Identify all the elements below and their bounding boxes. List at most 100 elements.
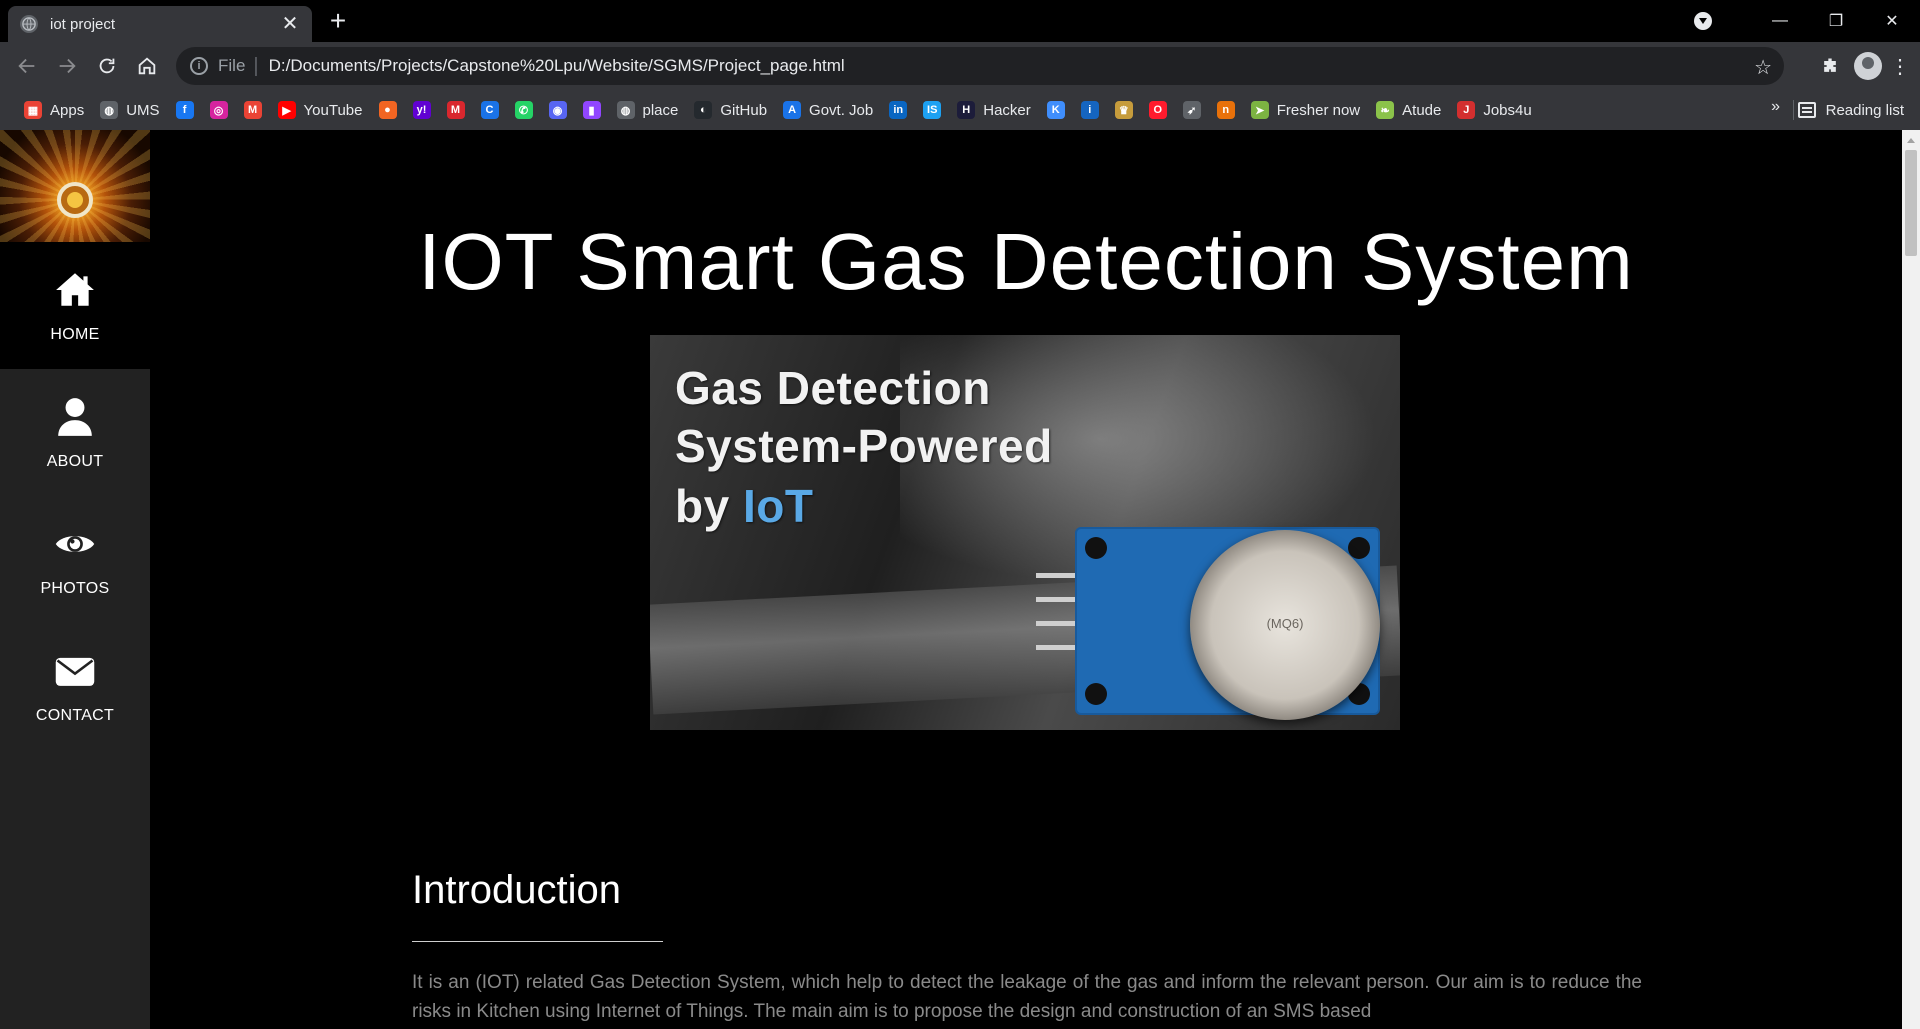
- mega-icon: M: [446, 101, 465, 119]
- minimize-button[interactable]: —: [1752, 0, 1808, 42]
- sidebar-item-label: HOME: [50, 325, 100, 343]
- restore-button[interactable]: ❐: [1808, 0, 1864, 42]
- board-hole: [1085, 537, 1107, 559]
- profile-avatar[interactable]: [1854, 52, 1882, 80]
- forward-button[interactable]: [48, 47, 86, 85]
- reading-list-label: Reading list: [1825, 101, 1904, 119]
- bookmark-label: Apps: [50, 101, 85, 119]
- sidebar-item-photos[interactable]: PHOTOS: [0, 496, 150, 623]
- basketball-icon: ●: [378, 101, 397, 119]
- bookmark-item[interactable]: H Hacker: [949, 94, 1039, 126]
- facebook-icon: f: [175, 101, 194, 119]
- bookmark-item[interactable]: y!: [405, 94, 439, 126]
- board-hole: [1085, 683, 1107, 705]
- bookmark-item[interactable]: ▶ YouTube: [270, 94, 371, 126]
- hero-line-3: by IoT: [675, 479, 813, 533]
- bookmark-item[interactable]: ➶: [1175, 94, 1209, 126]
- bookmark-item[interactable]: ◎: [202, 94, 236, 126]
- extensions-puzzle-icon[interactable]: [1812, 48, 1848, 84]
- bookmarks-overflow-button[interactable]: »: [1771, 98, 1780, 116]
- youtube-icon: ▶: [277, 101, 296, 119]
- url-text[interactable]: D:/Documents/Projects/Capstone%20Lpu/Web…: [269, 56, 845, 76]
- is-icon: IS: [923, 101, 942, 119]
- bookmark-item[interactable]: in: [881, 94, 915, 126]
- bookmark-item[interactable]: M: [236, 94, 270, 126]
- reading-list-icon: [1797, 102, 1816, 118]
- bookmark-item[interactable]: A Govt. Job: [775, 94, 881, 126]
- runner-icon: ➶: [1182, 101, 1201, 119]
- opera-icon: O: [1148, 101, 1167, 119]
- bookmark-item[interactable]: ◐ GitHub: [686, 94, 775, 126]
- bookmark-label: place: [642, 101, 679, 119]
- n-icon: n: [1216, 101, 1235, 119]
- govt-job-icon: A: [783, 101, 802, 119]
- scroll-up-icon[interactable]: [1907, 138, 1915, 143]
- atude-icon: ❧: [1376, 101, 1395, 119]
- tab-title: iot project: [50, 15, 116, 33]
- site-logo[interactable]: [0, 130, 150, 242]
- home-outline-icon: [138, 57, 156, 75]
- apps-grid-icon: ▦: [24, 101, 42, 119]
- close-window-button[interactable]: ✕: [1864, 0, 1920, 42]
- bookmark-item[interactable]: ❧ Atude: [1368, 94, 1449, 126]
- bookmark-label: Atude: [1402, 101, 1442, 119]
- scrollbar-thumb[interactable]: [1905, 150, 1917, 256]
- bookmark-item[interactable]: ▦ Apps: [16, 94, 92, 126]
- bookmark-item[interactable]: ◍ UMS: [92, 94, 167, 126]
- page-scrollbar[interactable]: [1902, 130, 1920, 1029]
- bookmarks-bar: ▦ Apps ◍ UMS f ◎ M ▶ YouTube ● y! M C ✆ ◉ ▮ ◍ place ◐ GitHu…: [0, 90, 1920, 130]
- bookmark-item[interactable]: ◍ place: [609, 94, 687, 126]
- k-icon: K: [1046, 101, 1065, 119]
- sidebar-item-contact[interactable]: CONTACT: [0, 623, 150, 750]
- address-bar[interactable]: i File | D:/Documents/Projects/Capstone%…: [176, 47, 1784, 85]
- bookmark-item[interactable]: M: [439, 94, 473, 126]
- bookmark-item[interactable]: ▮: [575, 94, 609, 126]
- arrow-right-icon: [59, 58, 76, 74]
- hero-iot-accent: IoT: [742, 480, 814, 532]
- bookmark-star-icon[interactable]: ☆: [1754, 55, 1772, 80]
- gmail-icon: M: [243, 101, 262, 119]
- logo-emblem-icon: [57, 182, 93, 218]
- kebab-menu-icon[interactable]: ⋮: [1888, 54, 1912, 79]
- sidebar-item-about[interactable]: ABOUT: [0, 369, 150, 496]
- sidebar-item-home[interactable]: HOME: [0, 242, 150, 369]
- bookmark-item[interactable]: C: [473, 94, 507, 126]
- browser-tab[interactable]: iot project ✕: [8, 6, 312, 42]
- twitch-icon: ▮: [582, 101, 601, 119]
- hacker-icon: H: [957, 101, 976, 119]
- hero-line-3-prefix: by: [675, 480, 743, 532]
- bookmark-item[interactable]: i: [1073, 94, 1107, 126]
- eye-icon: [53, 522, 97, 566]
- emblem-icon: ♛: [1114, 101, 1133, 119]
- home-button[interactable]: [128, 47, 166, 85]
- bookmark-item[interactable]: J Jobs4u: [1449, 94, 1539, 126]
- bookmark-item[interactable]: f: [168, 94, 202, 126]
- main-content: IOT Smart Gas Detection System Gas Detec…: [150, 130, 1902, 1029]
- bookmark-item[interactable]: ◉: [541, 94, 575, 126]
- gas-sensor: (MQ6): [1190, 530, 1380, 720]
- close-tab-icon[interactable]: ✕: [280, 14, 300, 34]
- site-info-icon[interactable]: i: [190, 57, 208, 75]
- user-icon: [53, 395, 97, 439]
- bookmarks-list: ▦ Apps ◍ UMS f ◎ M ▶ YouTube ● y! M C ✆ ◉ ▮ ◍ place ◐ GitHu…: [16, 94, 1540, 126]
- bookmark-item[interactable]: ✆: [507, 94, 541, 126]
- reading-list-button[interactable]: Reading list: [1797, 94, 1904, 126]
- bookmark-item[interactable]: IS: [915, 94, 949, 126]
- sidebar-item-label: PHOTOS: [40, 579, 110, 597]
- media-control-icon[interactable]: [1694, 12, 1712, 30]
- github-icon: ◐: [694, 101, 713, 119]
- new-tab-button[interactable]: +: [324, 7, 352, 36]
- bookmark-item[interactable]: ♛: [1107, 94, 1141, 126]
- url-separator: |: [253, 54, 259, 77]
- bookmark-item[interactable]: n: [1209, 94, 1243, 126]
- bookmark-item[interactable]: K: [1039, 94, 1073, 126]
- introduction-heading: Introduction: [412, 868, 622, 912]
- hero-image: Gas Detection System-Powered by IoT (MQ6…: [650, 335, 1400, 730]
- bookmark-item[interactable]: ●: [371, 94, 405, 126]
- sensor-label: (MQ6): [1266, 616, 1304, 631]
- reload-button[interactable]: [88, 47, 126, 85]
- back-button[interactable]: [8, 47, 46, 85]
- bookmark-label: YouTube: [303, 101, 363, 119]
- bookmark-item[interactable]: ➤ Fresher now: [1243, 94, 1368, 126]
- bookmark-item[interactable]: O: [1141, 94, 1175, 126]
